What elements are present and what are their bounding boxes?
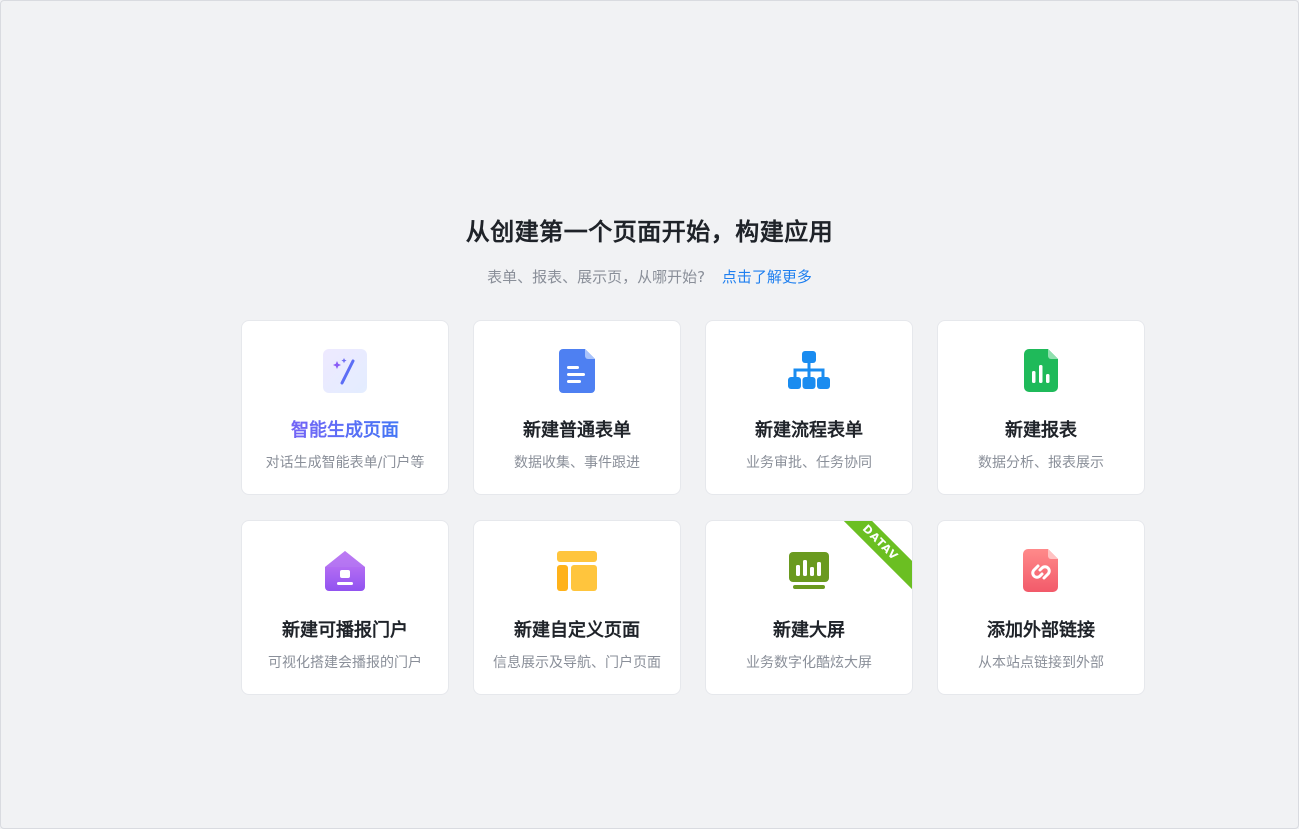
card-new-process-form[interactable]: 新建流程表单 业务审批、任务协同: [705, 320, 913, 495]
subtitle-text: 表单、报表、展示页，从哪开始?: [487, 268, 706, 286]
card-description: 对话生成智能表单/门户等: [265, 455, 425, 471]
report-chart-icon: [1018, 348, 1064, 394]
card-add-external-link[interactable]: 添加外部链接 从本站点链接到外部: [937, 520, 1145, 695]
card-description: 业务数字化酷炫大屏: [746, 655, 872, 671]
card-description: 数据分析、报表展示: [978, 455, 1104, 471]
card-description: 业务审批、任务协同: [746, 455, 872, 471]
card-title: 新建可播报门户: [282, 620, 408, 641]
card-title: 添加外部链接: [987, 620, 1095, 641]
page-title: 从创建第一个页面开始，构建应用: [465, 218, 834, 246]
document-icon: [554, 348, 600, 394]
card-new-report[interactable]: 新建报表 数据分析、报表展示: [937, 320, 1145, 495]
card-description: 信息展示及导航、门户页面: [493, 655, 661, 671]
card-description: 可视化搭建会播报的门户: [268, 655, 422, 671]
create-options-grid: 智能生成页面 对话生成智能表单/门户等 新建普通表单 数据收集、事件跟进 新建流…: [241, 320, 1145, 695]
card-title: 新建流程表单: [755, 420, 863, 441]
card-title: 新建报表: [1005, 420, 1077, 441]
learn-more-link[interactable]: 点击了解更多: [722, 268, 812, 286]
card-new-custom-page[interactable]: 新建自定义页面 信息展示及导航、门户页面: [473, 520, 681, 695]
page-subtitle: 表单、报表、展示页，从哪开始? 点击了解更多: [0, 266, 1299, 287]
datav-badge: DATAV: [830, 521, 912, 593]
card-title: 新建自定义页面: [514, 620, 640, 641]
card-description: 从本站点链接到外部: [978, 655, 1104, 671]
link-icon: [1018, 548, 1064, 594]
card-title: 智能生成页面: [242, 416, 448, 442]
card-new-portal[interactable]: 新建可播报门户 可视化搭建会播报的门户: [241, 520, 449, 695]
card-new-form[interactable]: 新建普通表单 数据收集、事件跟进: [473, 320, 681, 495]
card-new-big-screen[interactable]: DATAV 新建大屏 业务数字化酷炫大屏: [705, 520, 913, 695]
card-title: 新建普通表单: [523, 420, 631, 441]
dashboard-screen-icon: [786, 548, 832, 594]
layout-icon: [554, 548, 600, 594]
house-icon: [322, 548, 368, 594]
card-ai-generate-page[interactable]: 智能生成页面 对话生成智能表单/门户等: [241, 320, 449, 495]
magic-wand-icon: [322, 348, 368, 394]
flowchart-icon: [786, 348, 832, 394]
card-title: 新建大屏: [773, 620, 845, 641]
card-description: 数据收集、事件跟进: [514, 455, 640, 471]
